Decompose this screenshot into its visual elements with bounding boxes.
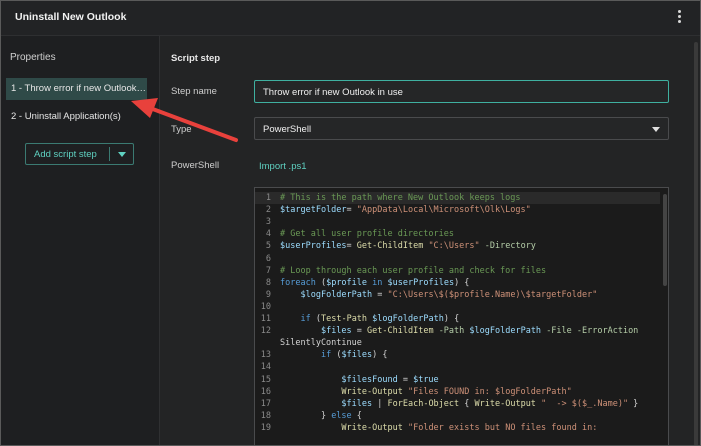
line-number: 2 [265,205,271,216]
step-item-1[interactable]: 1 - Throw error if new Outlook in... [6,78,147,100]
code-text: $targetFolder= "AppData\Local\Microsoft\… [280,205,531,216]
powershell-label: PowerShell [171,160,220,171]
code-text: # This is the path where New Outlook kee… [280,193,521,203]
type-label: Type [171,124,192,135]
editor-scrollbar[interactable] [663,194,667,286]
title-bar: Uninstall New Outlook [1,1,700,36]
line-number: 10 [260,301,271,312]
chevron-down-icon[interactable] [118,152,126,157]
add-script-step-button[interactable]: Add script step [25,143,134,165]
line-number: 18 [260,410,271,421]
code-text: $userProfiles= Get-ChildItem "C:\Users" … [280,241,536,252]
line-number: 1 [265,193,271,203]
script-step-panel: Script step Step name Throw error if new… [160,36,700,445]
code-editor[interactable]: 1 # This is the path where New Outlook ke… [254,187,669,445]
code-text: # Loop through each user profile and che… [280,265,547,276]
line-number: 15 [260,374,271,385]
dialog-window: Uninstall New Outlook Properties 1 - Thr… [0,0,701,446]
code-text: # Get all user profile directories [280,229,454,240]
line-number: 19 [260,422,271,433]
line-number: 3 [265,217,271,228]
line-number: 17 [260,398,271,409]
type-select[interactable]: PowerShell [254,117,669,140]
properties-heading: Properties [10,52,56,63]
step-name-input[interactable]: Throw error if new Outlook in use [254,80,669,103]
line-number: 14 [260,362,271,373]
line-number: 5 [265,241,271,252]
code-text: $logFolderPath = "C:\Users\$($profile.Na… [300,289,598,300]
line-number: 4 [265,229,271,240]
window-title: Uninstall New Outlook [15,11,127,23]
line-number: 11 [260,314,271,324]
add-script-step-label: Add script step [34,149,97,160]
line-number: 12 [260,326,271,337]
code-text: if ($files) { [320,350,388,361]
more-options-icon[interactable] [676,10,682,26]
properties-panel: Properties 1 - Throw error if new Outloo… [1,36,160,445]
line-number: 6 [265,253,271,264]
import-ps1-link[interactable]: Import .ps1 [259,161,307,172]
code-text: if (Test-Path $logFolderPath) { [300,314,460,324]
line-number: 9 [265,289,271,300]
line-number: 13 [260,350,271,361]
code-text: Write-Output "Folder exists but NO files… [341,422,598,433]
type-select-value: PowerShell [263,124,312,135]
code-text: $files | ForEach-Object { Write-Output "… [341,398,639,409]
code-text: foreach ($profile in $userProfiles) { [280,277,470,288]
code-text: SilentlyContinue [280,338,362,349]
code-text: $filesFound = $true [341,374,439,385]
step-name-label: Step name [171,86,217,97]
step-item-2[interactable]: 2 - Uninstall Application(s) [6,106,147,128]
line-number: 16 [260,386,271,397]
code-text: $files = Get-ChildItem -Path $logFolderP… [320,326,639,337]
code-text: Write-Output "Files FOUND in: $logFolder… [341,386,572,397]
line-number: 7 [265,265,271,276]
line-number: 8 [265,277,271,288]
dropdown-caret-icon [652,127,660,132]
panel-scrollbar[interactable] [694,42,698,445]
code-text: } else { [280,410,362,421]
section-title: Script step [171,53,221,64]
button-divider [109,147,110,161]
